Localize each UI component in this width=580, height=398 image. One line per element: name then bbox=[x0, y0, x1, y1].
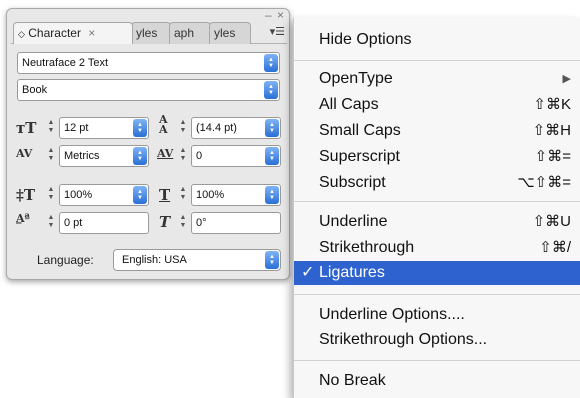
baseline-shift-stepper[interactable]: ▲ ▼ bbox=[45, 214, 57, 232]
panel-tab-bar: yles aph yles ◇ Character × ▾☰ bbox=[11, 22, 287, 44]
kerning-icon: AV bbox=[16, 147, 33, 160]
menu-item-subscript[interactable]: Subscript ⌥⇧⌘= bbox=[294, 171, 580, 195]
vertical-scale-stepper[interactable]: ▲ ▼ bbox=[45, 186, 57, 204]
popup-arrows-icon: ▲ ▼ bbox=[265, 186, 279, 204]
panel-options-menu: Hide Options OpenType ▶ All Caps ⇧⌘K Sma… bbox=[293, 18, 580, 398]
tab-character-label: Character bbox=[28, 26, 81, 40]
leading-icon: AA bbox=[159, 113, 168, 136]
tab-character-styles[interactable]: yles bbox=[131, 22, 171, 44]
menu-item-all-caps[interactable]: All Caps ⇧⌘K bbox=[294, 93, 580, 117]
tracking-icon: AV bbox=[157, 147, 174, 160]
popup-arrows-icon: ▲ ▼ bbox=[264, 81, 278, 99]
font-style-value: Book bbox=[22, 84, 48, 96]
tab-character[interactable]: ◇ Character × bbox=[13, 22, 133, 44]
menu-item-strikethrough-options[interactable]: Strikethrough Options... bbox=[294, 328, 580, 352]
menu-item-small-caps[interactable]: Small Caps ⇧⌘H bbox=[294, 119, 580, 143]
tab-paragraph[interactable]: aph bbox=[169, 22, 211, 44]
language-select[interactable]: English: USA ▲ ▼ bbox=[113, 249, 281, 271]
popup-arrows-icon: ▲ ▼ bbox=[265, 251, 279, 269]
skew-icon: T bbox=[159, 213, 171, 231]
character-panel: – × yles aph yles ◇ Character × ▾☰ Neutr… bbox=[6, 8, 290, 280]
menu-separator bbox=[294, 294, 580, 295]
popup-arrows-icon: ▲ ▼ bbox=[133, 186, 147, 204]
leading-input[interactable]: (14.4 pt) ▲ ▼ bbox=[191, 117, 281, 139]
font-family-value: Neutraface 2 Text bbox=[22, 57, 109, 69]
menu-separator bbox=[294, 60, 580, 61]
shortcut-superscript: ⇧⌘= bbox=[534, 148, 571, 165]
menu-item-strikethrough[interactable]: Strikethrough ⇧⌘/ bbox=[294, 236, 580, 260]
menu-item-underline-options[interactable]: Underline Options.... bbox=[294, 303, 580, 327]
language-label: Language: bbox=[37, 253, 94, 267]
popup-arrows-icon: ▲ ▼ bbox=[265, 147, 279, 165]
leading-stepper[interactable]: ▲ ▼ bbox=[177, 119, 189, 137]
horizontal-scale-stepper[interactable]: ▲ ▼ bbox=[177, 186, 189, 204]
kerning-select[interactable]: Metrics ▲ ▼ bbox=[59, 145, 149, 167]
font-style-select[interactable]: Book ▲ ▼ bbox=[17, 79, 280, 101]
menu-separator bbox=[294, 201, 580, 202]
baseline-shift-input[interactable]: 0 pt bbox=[59, 212, 149, 234]
kerning-stepper[interactable]: ▲ ▼ bbox=[45, 147, 57, 165]
baseline-shift-icon: Aª ‾ bbox=[16, 212, 30, 234]
vertical-scale-input[interactable]: 100% ▲ ▼ bbox=[59, 184, 149, 206]
close-tab-icon[interactable]: × bbox=[88, 26, 95, 40]
skew-stepper[interactable]: ▲ ▼ bbox=[177, 214, 189, 232]
menu-item-no-break[interactable]: No Break bbox=[294, 369, 580, 393]
tracking-stepper[interactable]: ▲ ▼ bbox=[177, 147, 189, 165]
popup-arrows-icon: ▲ ▼ bbox=[133, 119, 147, 137]
panel-menu-icon[interactable]: ▾☰ bbox=[270, 25, 285, 38]
shortcut-subscript: ⌥⇧⌘= bbox=[517, 174, 571, 191]
font-size-input[interactable]: 12 pt ▲ ▼ bbox=[59, 117, 149, 139]
shortcut-all-caps: ⇧⌘K bbox=[533, 96, 571, 113]
popup-arrows-icon: ▲ ▼ bbox=[265, 119, 279, 137]
minimize-icon[interactable]: – bbox=[265, 8, 273, 22]
popup-arrows-icon: ▲ ▼ bbox=[264, 54, 278, 72]
menu-item-opentype[interactable]: OpenType ▶ bbox=[294, 67, 580, 91]
horizontal-scale-icon: T bbox=[159, 186, 171, 204]
menu-item-underline[interactable]: Underline ⇧⌘U bbox=[294, 210, 580, 234]
skew-input[interactable]: 0° bbox=[191, 212, 281, 234]
shortcut-small-caps: ⇧⌘H bbox=[532, 122, 571, 139]
collapse-icon: ◇ bbox=[18, 29, 25, 39]
horizontal-scale-input[interactable]: 100% ▲ ▼ bbox=[191, 184, 281, 206]
menu-separator bbox=[294, 360, 580, 361]
shortcut-underline: ⇧⌘U bbox=[532, 213, 571, 230]
vertical-scale-icon: ‡T bbox=[16, 186, 36, 204]
font-size-icon: тT bbox=[16, 119, 37, 137]
popup-arrows-icon: ▲ ▼ bbox=[133, 147, 147, 165]
checkmark-icon: ✓ bbox=[301, 264, 315, 281]
tracking-input[interactable]: 0 ▲ ▼ bbox=[191, 145, 281, 167]
menu-item-superscript[interactable]: Superscript ⇧⌘= bbox=[294, 145, 580, 169]
menu-item-hide-options[interactable]: Hide Options bbox=[294, 28, 580, 52]
menu-item-ligatures[interactable]: ✓ Ligatures bbox=[294, 261, 580, 285]
tab-paragraph-styles[interactable]: yles bbox=[209, 22, 251, 44]
font-family-select[interactable]: Neutraface 2 Text ▲ ▼ bbox=[17, 52, 280, 74]
shortcut-strikethrough: ⇧⌘/ bbox=[539, 239, 571, 256]
submenu-arrow-icon: ▶ bbox=[562, 73, 571, 85]
close-icon[interactable]: × bbox=[277, 8, 285, 22]
panel-window-controls[interactable]: – × bbox=[265, 8, 285, 22]
font-size-stepper[interactable]: ▲ ▼ bbox=[45, 119, 57, 137]
